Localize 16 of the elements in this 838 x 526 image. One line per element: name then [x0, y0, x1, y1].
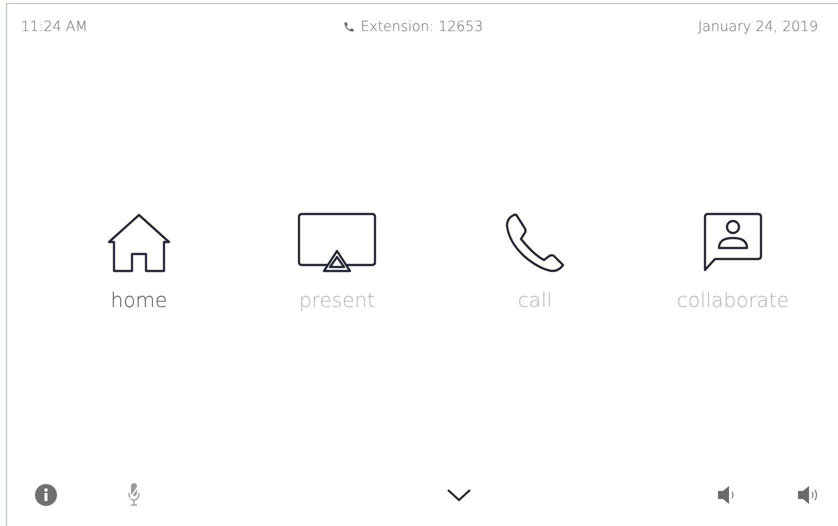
time-text: 11:24 AM: [21, 19, 88, 35]
info-icon[interactable]: [35, 484, 57, 506]
phone-icon: [342, 21, 355, 33]
house-icon: [106, 212, 172, 274]
nav-button[interactable]: present: [272, 212, 402, 312]
contact-message-icon: [702, 212, 764, 274]
screen-share-icon: [297, 212, 377, 274]
nav-button[interactable]: home: [74, 212, 204, 312]
chevron-down-icon[interactable]: [446, 488, 472, 502]
nav-button[interactable]: collaborate: [668, 212, 798, 312]
nav-button[interactable]: call: [470, 212, 600, 312]
extension-text: Extension: 12653: [360, 19, 483, 35]
volume-up-icon[interactable]: [796, 485, 820, 505]
date-text: January 24, 2019: [698, 19, 818, 35]
muted-microphone-icon[interactable]: [127, 482, 141, 508]
phone-icon: [504, 212, 566, 274]
